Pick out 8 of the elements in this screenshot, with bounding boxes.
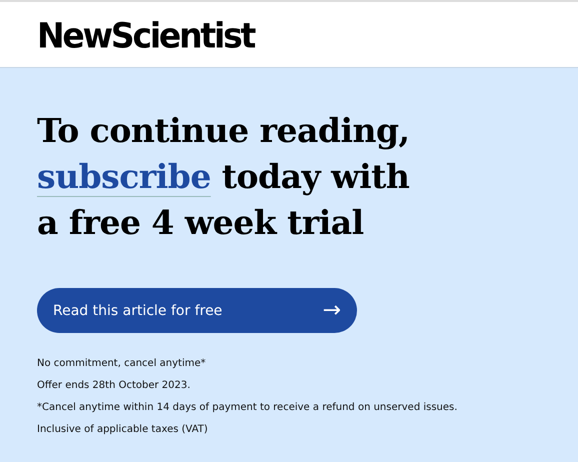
note-text: Offer ends 28th October 2023.	[37, 379, 192, 393]
headline: To continue reading, subscribe today with a free 4 week trial	[37, 110, 411, 244]
arrow-right-icon: →	[322, 300, 341, 322]
note-text: *Cancel anytime within 14 days of payment to receive a refund on unserved issues.	[37, 401, 458, 415]
subscribe-link[interactable]: subscribe	[37, 157, 211, 196]
read-free-button[interactable]: Read this article for free →	[37, 288, 357, 333]
note-text: Inclusive of applicable taxes (VAT)	[37, 423, 209, 437]
note-text: No commitment, cancel anytime*	[37, 357, 207, 371]
